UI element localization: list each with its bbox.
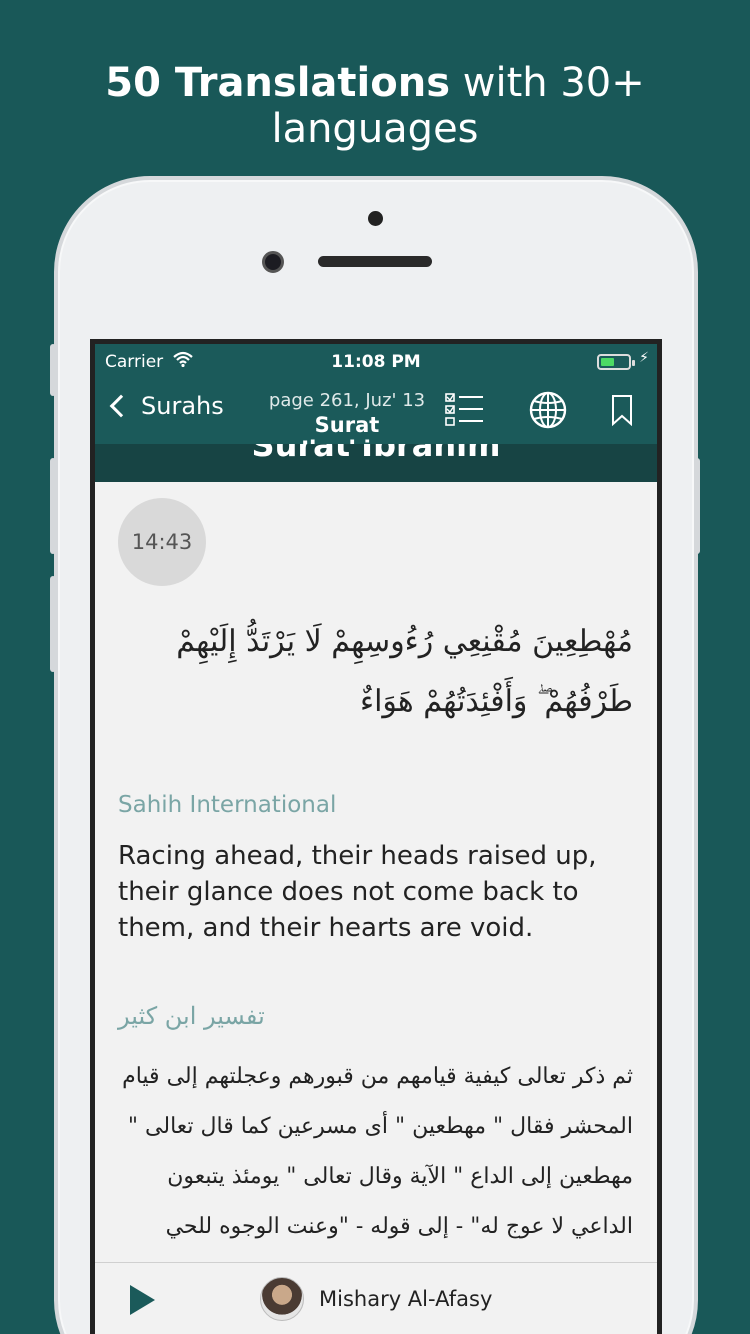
back-button[interactable]: Surahs xyxy=(107,392,224,420)
promo-headline: 50 Translations with 30+ languages xyxy=(0,60,750,152)
page-juz-label: page 261, Juz' 13 xyxy=(268,390,426,411)
status-time: 11:08 PM xyxy=(331,352,421,372)
phone-screen: Carrier 11:08 PM ⚡ Surahs page 261, Juz'… xyxy=(90,339,662,1334)
volume-up-button xyxy=(50,458,56,554)
battery-tip xyxy=(632,360,635,366)
chevron-left-icon xyxy=(109,394,133,418)
earpiece-speaker xyxy=(318,256,432,267)
power-button xyxy=(694,458,700,554)
surah-header-title: Surat Ibrahim xyxy=(251,444,501,464)
verse-number-badge[interactable]: 14:43 xyxy=(118,498,206,586)
status-bar: Carrier 11:08 PM ⚡ xyxy=(95,344,657,378)
audio-player-bar: Mishary Al-Afasy xyxy=(95,1262,657,1334)
battery-fill xyxy=(601,358,614,366)
volume-down-button xyxy=(50,576,56,672)
play-icon[interactable] xyxy=(130,1285,155,1315)
mute-switch xyxy=(50,344,56,396)
surah-header-strip: Surat Ibrahim xyxy=(95,444,657,482)
globe-icon[interactable] xyxy=(528,390,568,430)
translation-name: Sahih International xyxy=(118,792,337,818)
arabic-verse-text: مُهْطِعِينَ مُقْنِعِي رُءُوسِهِمْ لَا يَ… xyxy=(176,624,633,719)
battery-icon xyxy=(597,354,635,370)
proximity-sensor xyxy=(368,211,383,226)
bookmark-icon[interactable] xyxy=(611,394,633,426)
reciter-avatar[interactable] xyxy=(260,1277,304,1321)
headline-bold: 50 Translations xyxy=(105,60,451,106)
tafsir-text: ثم ذكر تعالى كيفية قيامهم من قبورهم وعجل… xyxy=(122,1064,633,1239)
back-label: Surahs xyxy=(141,392,224,420)
charging-bolt-icon: ⚡ xyxy=(639,350,649,366)
translation-text: Racing ahead, their heads raised up, the… xyxy=(118,841,597,943)
verse-content[interactable]: 14:43 مُهْطِعِينَ مُقْنِعِي رُءُوسِهِمْ … xyxy=(95,482,657,1262)
checklist-icon[interactable] xyxy=(445,392,485,428)
front-camera xyxy=(262,251,284,273)
reciter-name[interactable]: Mishary Al-Afasy xyxy=(319,1287,492,1311)
navigation-bar: Surahs page 261, Juz' 13 Surat Ibrahim xyxy=(95,378,657,461)
tafsir-name: تفسير ابن كثير xyxy=(118,1002,265,1030)
